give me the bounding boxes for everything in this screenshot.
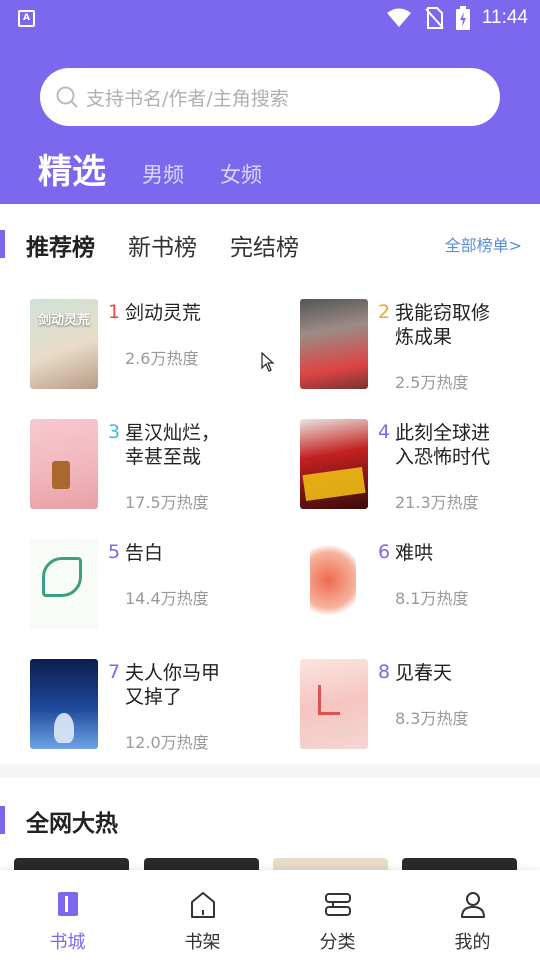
book-item[interactable]: 7 夫人你马甲又掉了 12.0万热度: [30, 659, 280, 759]
search-bar[interactable]: 支持书名/作者/主角搜索: [40, 68, 500, 126]
calligraphy-decoration: [310, 545, 356, 623]
mouse-cursor-icon: [261, 352, 275, 372]
book-cover: 剑动灵荒: [30, 299, 98, 389]
book-cover: [300, 659, 368, 749]
nav-category[interactable]: 分类: [270, 870, 405, 960]
book-item[interactable]: 4 此刻全球进入恐怖时代 21.3万热度: [300, 419, 540, 519]
status-bar: A 11:44: [0, 0, 540, 36]
header: A 11:44 支持书名/作者/主角搜索 精选 男频 女频: [0, 0, 540, 204]
book-rank: 7: [108, 661, 121, 683]
nav-label: 书架: [184, 932, 221, 953]
book-cover: [30, 659, 98, 749]
tab-recommend-rank[interactable]: 推荐榜: [26, 228, 95, 262]
nav-label: 我的: [454, 932, 491, 953]
book-heat: 14.4万热度: [125, 589, 209, 608]
book-title: 夫人你马甲又掉了: [125, 662, 221, 708]
book-title: 剑动灵荒: [125, 302, 202, 324]
book-cover: [300, 299, 368, 389]
book-cover: [30, 419, 98, 509]
book-heat: 2.6万热度: [125, 349, 199, 368]
nav-label: 书城: [49, 932, 86, 953]
section-marker: [0, 806, 5, 834]
figure-decoration: [54, 713, 74, 743]
book-title: 星汉灿烂，幸甚至哉: [125, 422, 221, 468]
tab-featured[interactable]: 精选: [38, 144, 106, 205]
book-item[interactable]: 8 见春天 8.3万热度: [300, 659, 540, 759]
book-rank: 5: [108, 541, 121, 563]
clock: 11:44: [481, 7, 528, 28]
book-cover: [30, 539, 98, 629]
bookshelf-icon: [190, 892, 215, 918]
book-item[interactable]: 5 告白 14.4万热度: [30, 539, 280, 639]
book-title: 告白: [125, 542, 164, 564]
book-rank: 3: [108, 421, 121, 443]
nav-bookstore[interactable]: 书城: [0, 870, 135, 960]
all-rankings-link[interactable]: 全部榜单>: [445, 232, 522, 256]
book-item[interactable]: 3 星汉灿烂，幸甚至哉 17.5万热度: [30, 419, 280, 519]
book-cover: [300, 539, 368, 629]
section-marker: [0, 230, 5, 258]
no-sim-icon: [425, 7, 444, 29]
wifi-icon: [386, 8, 411, 27]
book-rank: 2: [378, 301, 391, 323]
tab-completed-rank[interactable]: 完结榜: [230, 228, 299, 262]
tab-female[interactable]: 女频: [220, 159, 262, 205]
tab-new-rank[interactable]: 新书榜: [128, 228, 197, 262]
book-item[interactable]: 2 我能窃取修炼成果 2.5万热度: [300, 299, 540, 399]
battery-charging-icon: [455, 6, 470, 30]
book-heat: 17.5万热度: [125, 493, 209, 512]
hot-section-title: 全网大热: [26, 811, 118, 837]
nav-label: 分类: [319, 932, 356, 953]
book-rank: 8: [378, 661, 391, 683]
book-item[interactable]: 6 难哄 8.1万热度: [300, 539, 540, 639]
book-heat: 12.0万热度: [125, 733, 209, 752]
rank-tabs: 推荐榜 新书榜 完结榜 全部榜单>: [0, 222, 540, 266]
book-rank: 6: [378, 541, 391, 563]
book-rank: 4: [378, 421, 391, 443]
book-rank: 1: [108, 301, 121, 323]
bottom-nav: 书城 书架 分类 我的: [0, 870, 540, 960]
book-title: 此刻全球进入恐怖时代: [395, 422, 491, 468]
book-title: 我能窃取修炼成果: [395, 302, 491, 348]
cover-banner: [302, 466, 366, 502]
search-placeholder: 支持书名/作者/主角搜索: [86, 87, 289, 110]
cover-title: 剑动灵荒: [37, 313, 90, 328]
book-title: 见春天: [395, 662, 453, 684]
app-notification-icon: A: [18, 10, 35, 27]
book-item[interactable]: 剑动灵荒 1 剑动灵荒 2.6万热度: [30, 299, 280, 399]
calligraphy-decoration: [318, 685, 340, 715]
calligraphy-decoration: [42, 557, 82, 597]
book-heat: 2.5万热度: [395, 373, 469, 392]
channel-tabs: 精选 男频 女频: [38, 144, 298, 205]
book-heat: 21.3万热度: [395, 493, 479, 512]
category-icon: [324, 893, 351, 916]
status-icons: 11:44: [386, 6, 528, 30]
tab-male[interactable]: 男频: [142, 159, 184, 205]
nav-bookshelf[interactable]: 书架: [135, 870, 270, 960]
book-heat: 8.1万热度: [395, 589, 469, 608]
search-icon: [56, 86, 78, 108]
book-cover: [300, 419, 368, 509]
profile-icon: [460, 892, 485, 918]
section-divider: [0, 764, 540, 778]
bookstore-icon: [57, 892, 78, 916]
lantern-decoration: [52, 461, 70, 489]
book-title: 难哄: [395, 542, 434, 564]
book-heat: 8.3万热度: [395, 709, 469, 728]
nav-profile[interactable]: 我的: [405, 870, 540, 960]
